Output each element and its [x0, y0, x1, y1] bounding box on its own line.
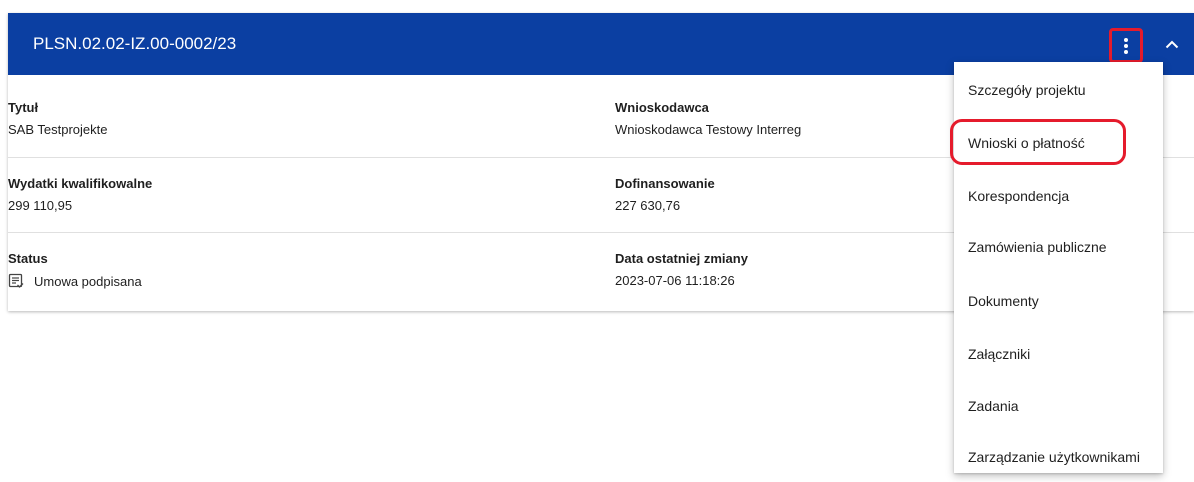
- title-field: Tytuł SAB Testprojekte: [8, 100, 107, 137]
- cofinancing-label: Dofinansowanie: [615, 176, 715, 191]
- cofinancing-value: 227 630,76: [615, 198, 681, 213]
- menu-item-correspondence[interactable]: Korespondencja: [954, 168, 1163, 221]
- project-actions-menu: Szczegóły projektu Wnioski o płatność Ko…: [954, 62, 1163, 473]
- status-label: Status: [8, 251, 48, 266]
- menu-item-label: Zarządzanie użytkownikami: [968, 449, 1140, 465]
- cofinancing-field: Dofinansowanie 227 630,76: [615, 176, 715, 213]
- applicant-field: Wnioskodawca Wnioskodawca Testowy Interr…: [615, 100, 801, 137]
- menu-item-payment-claims[interactable]: Wnioski o płatność: [954, 115, 1163, 168]
- menu-item-label: Dokumenty: [968, 293, 1039, 309]
- collapse-button[interactable]: [1159, 31, 1185, 57]
- chevron-up-icon: [1165, 40, 1179, 48]
- menu-item-user-management[interactable]: Zarządzanie użytkownikami: [954, 429, 1163, 482]
- more-vert-icon: [1124, 37, 1128, 54]
- title-label: Tytuł: [8, 100, 39, 115]
- applicant-value: Wnioskodawca Testowy Interreg: [615, 122, 802, 137]
- status-value-wrap: Umowa podpisana: [8, 273, 142, 289]
- title-value: SAB Testprojekte: [8, 122, 108, 137]
- project-number: PLSN.02.02-IZ.00-0002/23: [33, 34, 237, 53]
- menu-item-label: Szczegóły projektu: [968, 82, 1086, 98]
- menu-item-label: Załączniki: [968, 346, 1031, 362]
- document-check-icon: [8, 273, 24, 288]
- eligible-expenses-field: Wydatki kwalifikowalne 299 110,95: [8, 176, 152, 213]
- menu-item-label: Zadania: [968, 398, 1019, 414]
- status-field: Status Umowa podpisana: [8, 251, 142, 289]
- last-change-value: 2023-07-06 11:18:26: [615, 273, 735, 288]
- menu-item-project-details[interactable]: Szczegóły projektu: [954, 62, 1163, 115]
- eligible-expenses-value: 299 110,95: [8, 198, 73, 213]
- menu-item-documents[interactable]: Dokumenty: [954, 273, 1163, 326]
- status-value: Umowa podpisana: [34, 273, 142, 289]
- menu-item-public-procurement[interactable]: Zamówienia publiczne: [954, 219, 1163, 272]
- more-options-button[interactable]: [1109, 28, 1143, 63]
- eligible-expenses-label: Wydatki kwalifikowalne: [8, 176, 153, 191]
- menu-item-tasks[interactable]: Zadania: [954, 378, 1163, 431]
- menu-item-label: Zamówienia publiczne: [968, 239, 1107, 255]
- applicant-label: Wnioskodawca: [615, 100, 709, 115]
- menu-item-label: Wnioski o płatność: [968, 135, 1085, 151]
- last-change-label: Data ostatniej zmiany: [615, 251, 748, 266]
- last-change-field: Data ostatniej zmiany 2023-07-06 11:18:2…: [615, 251, 748, 288]
- menu-item-label: Korespondencja: [968, 188, 1070, 204]
- menu-item-attachments[interactable]: Załączniki: [954, 326, 1163, 379]
